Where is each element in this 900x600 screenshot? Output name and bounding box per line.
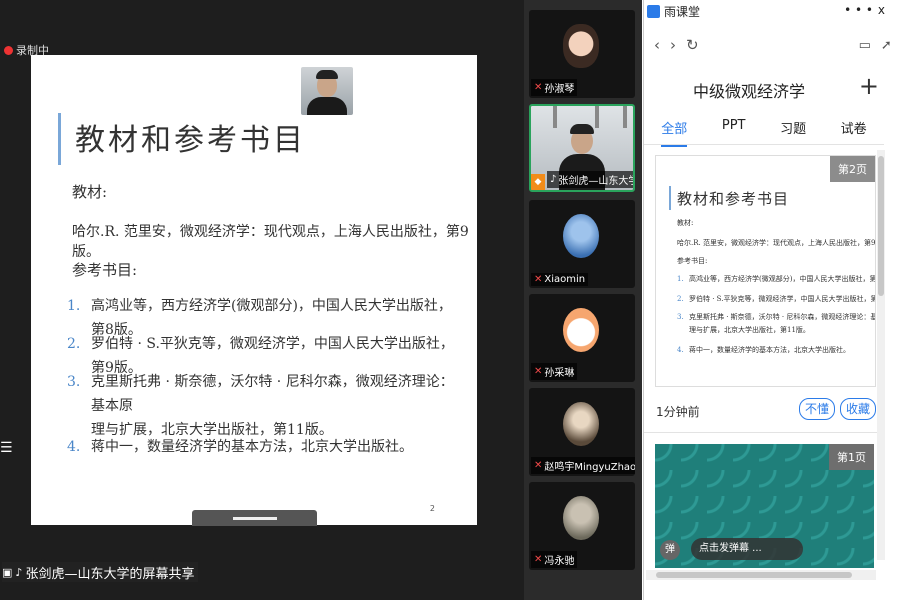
shared-slide: 教材和参考书目 教材: 哈尔.R. 范里安，微观经济学：现代观点，上海人民出版社… — [31, 55, 477, 525]
mic-muted-icon: ✕ — [534, 274, 543, 285]
textbook-entry: 哈尔.R. 范里安，微观经济学：现代观点，上海人民出版社，第9版。 — [72, 224, 469, 260]
screen-icon[interactable]: ▭ — [859, 38, 871, 53]
ref-item: 4. 蒋中一，数量经济学的基本方法，北京大学出版社。 — [67, 439, 413, 455]
share-caption-text: 张剑虎—山东大学的屏幕共享 — [25, 566, 195, 582]
title-accent-bar — [58, 113, 61, 165]
participant-column: ✕ 孙淑琴 ◆ ♪ 张剑虎—山东大学 ✕ Xiaomin ✕ 孙采琳 ✕ 赵鸣宇Mingy… — [524, 0, 642, 600]
panel-tabs: 全部 PPT 习题 试卷 — [644, 118, 884, 147]
share-caption: ▣ ♪ 张剑虎—山东大学的屏幕共享 — [2, 562, 199, 582]
avatar — [563, 308, 599, 352]
refresh-icon[interactable]: ↻ — [686, 36, 699, 54]
side-menu-icon[interactable]: ☰ — [0, 440, 13, 456]
avatar — [563, 402, 599, 446]
textbook-label: 教材: — [72, 183, 108, 201]
close-button[interactable]: x — [878, 3, 885, 17]
slide-title: 教材和参考书目 — [75, 123, 306, 158]
mic-on-icon: ♪ — [550, 174, 557, 185]
danmu-toggle-icon[interactable]: 弹 — [660, 540, 680, 560]
presenter-video — [301, 67, 353, 115]
app-logo-icon — [647, 4, 660, 18]
record-icon — [4, 45, 13, 55]
screen-share-icon: ▣ — [2, 565, 13, 579]
avatar — [563, 496, 599, 540]
vertical-scrollbar[interactable] — [877, 150, 885, 560]
tab-exams[interactable]: 试卷 — [841, 118, 867, 147]
participant-tile[interactable]: ✕ Xiaomin — [529, 200, 635, 288]
forward-arrow-icon[interactable]: › — [670, 36, 676, 54]
participant-tile[interactable]: ✕ 孙淑琴 — [529, 10, 635, 98]
refs-label: 参考书目: — [72, 261, 138, 279]
share-toolbar-handle[interactable] — [192, 510, 317, 526]
tab-ppt[interactable]: PPT — [722, 118, 746, 147]
card-timestamp: 1分钟前 — [656, 405, 700, 419]
horizontal-scrollbar[interactable] — [646, 570, 876, 580]
participant-tile[interactable]: ✕ 孙采琳 — [529, 294, 635, 382]
mic-muted-icon: ✕ — [534, 366, 543, 377]
share-icon[interactable]: ➚ — [881, 38, 892, 53]
mini-slide-title: 教材和参考书目 — [677, 190, 790, 208]
ref-item: 3. 克里斯托弗 · 斯奈德，沃尔特 · 尼科尔森，微观经济理论：基本原 理与扩展… — [67, 374, 454, 438]
page-badge: 第2页 — [830, 156, 875, 182]
course-title: 中级微观经济学 — [692, 82, 805, 101]
mic-muted-icon: ✕ — [534, 460, 543, 471]
panel-navbar: ‹ › ↻ ▭ ➚ — [644, 22, 900, 68]
danmu-input[interactable]: 点击发弹幕 ... — [691, 538, 803, 560]
app-title: 雨课堂 — [664, 4, 701, 19]
rain-classroom-panel: 雨课堂 • • • x ‹ › ↻ ▭ ➚ 中级微观经济学 + 全部 PPT 习… — [643, 0, 900, 600]
participant-tile-active[interactable]: ◆ ♪ 张剑虎—山东大学 — [529, 104, 635, 192]
mic-muted-icon: ✕ — [534, 82, 543, 93]
mic-muted-icon: ✕ — [534, 554, 543, 565]
screen-share-area: 录制中 教材和参考书目 教材: 哈尔.R. 范里安，微观经济学：现代观点，上海人… — [0, 0, 524, 600]
page-badge: 第1页 — [829, 444, 874, 470]
add-button[interactable]: + — [859, 72, 879, 100]
slide-page-number: 2 — [429, 504, 435, 513]
panel-titlebar: 雨课堂 • • • x — [644, 0, 900, 22]
slide-card-page-1[interactable]: 第1页 弹 点击发弹幕 ... — [655, 444, 874, 568]
back-arrow-icon[interactable]: ‹ — [654, 36, 660, 54]
favorite-button[interactable]: 收藏 — [840, 398, 876, 420]
tab-all[interactable]: 全部 — [661, 118, 688, 147]
host-badge-icon: ◆ — [531, 174, 545, 190]
more-menu-button[interactable]: • • • — [844, 3, 873, 17]
tab-exercises[interactable]: 习题 — [780, 118, 806, 147]
avatar — [563, 24, 599, 68]
mic-icon: ♪ — [15, 565, 23, 579]
participant-tile[interactable]: ✕ 赵鸣宇MingyuZhao — [529, 388, 635, 476]
dont-understand-button[interactable]: 不懂 — [799, 398, 835, 420]
avatar — [563, 214, 599, 258]
participant-tile[interactable]: ✕ 冯永驰 — [529, 482, 635, 570]
slide-card-page-2[interactable]: 第2页 教材和参考书目 教材: 哈尔.R. 范里安，微观经济学：现代观点，上海人… — [655, 155, 876, 387]
